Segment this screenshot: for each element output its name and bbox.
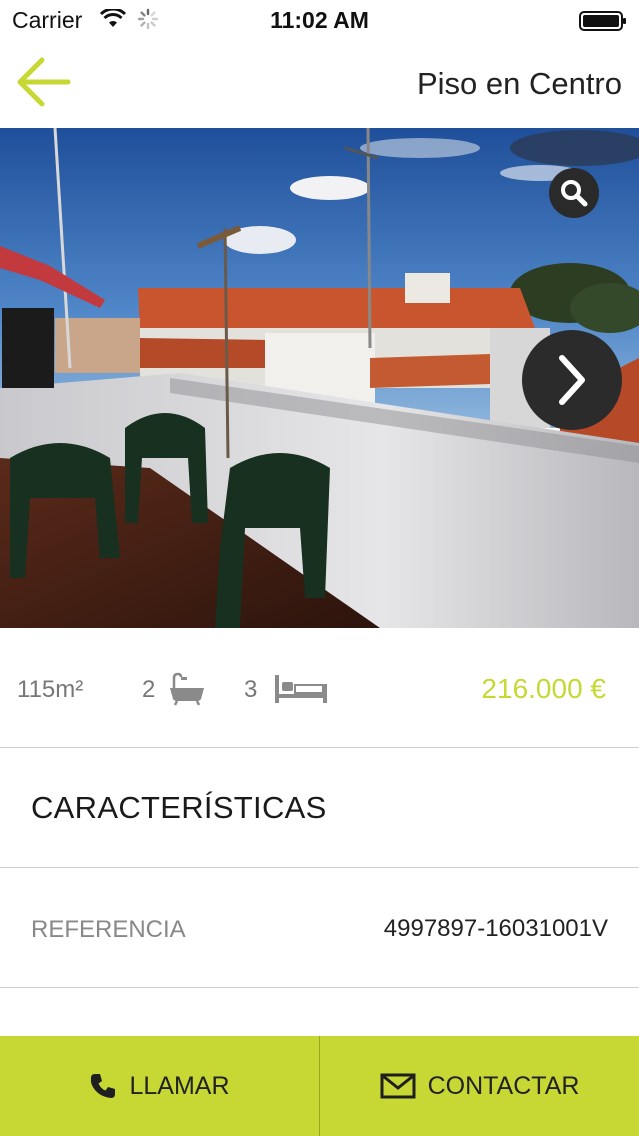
property-photo[interactable] [0,128,639,628]
contact-button[interactable]: CONTACTAR [320,1036,639,1136]
reference-row: REFERENCIA 4997897-16031001V [0,868,639,988]
magnifier-icon [561,180,588,207]
action-bar: LLAMAR CONTACTAR [0,1036,639,1136]
reference-label: REFERENCIA [31,916,186,943]
clock: 11:02 AM [270,7,369,33]
envelope-icon [380,1073,416,1099]
bed-icon [274,674,328,709]
call-button[interactable]: LLAMAR [0,1036,319,1136]
phone-icon [91,1074,116,1098]
arrow-left-icon [17,57,71,107]
back-button[interactable] [14,56,72,108]
page-title: Piso en Centro [416,66,622,101]
reference-value: 4997897-16031001V [383,915,608,942]
call-label: LLAMAR [129,1071,230,1100]
contact-label: CONTACTAR [427,1071,580,1100]
characteristics-section[interactable]: CARACTERÍSTICAS [0,748,639,868]
price-value: 216.000 € [481,673,606,704]
property-stats: 115m² 2 3 216.000 € [0,628,639,748]
next-photo-button[interactable] [522,330,622,430]
chevron-right-icon [559,355,585,405]
section-title: CARACTERÍSTICAS [31,790,327,825]
area-value: 115m² [17,676,84,703]
bedrooms-count: 3 [244,676,258,703]
bathtub-icon [168,672,206,711]
status-bar: Carrier 11:02 AM [0,0,639,40]
battery-icon [579,11,627,36]
navigation-bar: Piso en Centro [0,40,639,128]
bathrooms-count: 2 [142,676,156,703]
zoom-button[interactable] [549,168,599,218]
